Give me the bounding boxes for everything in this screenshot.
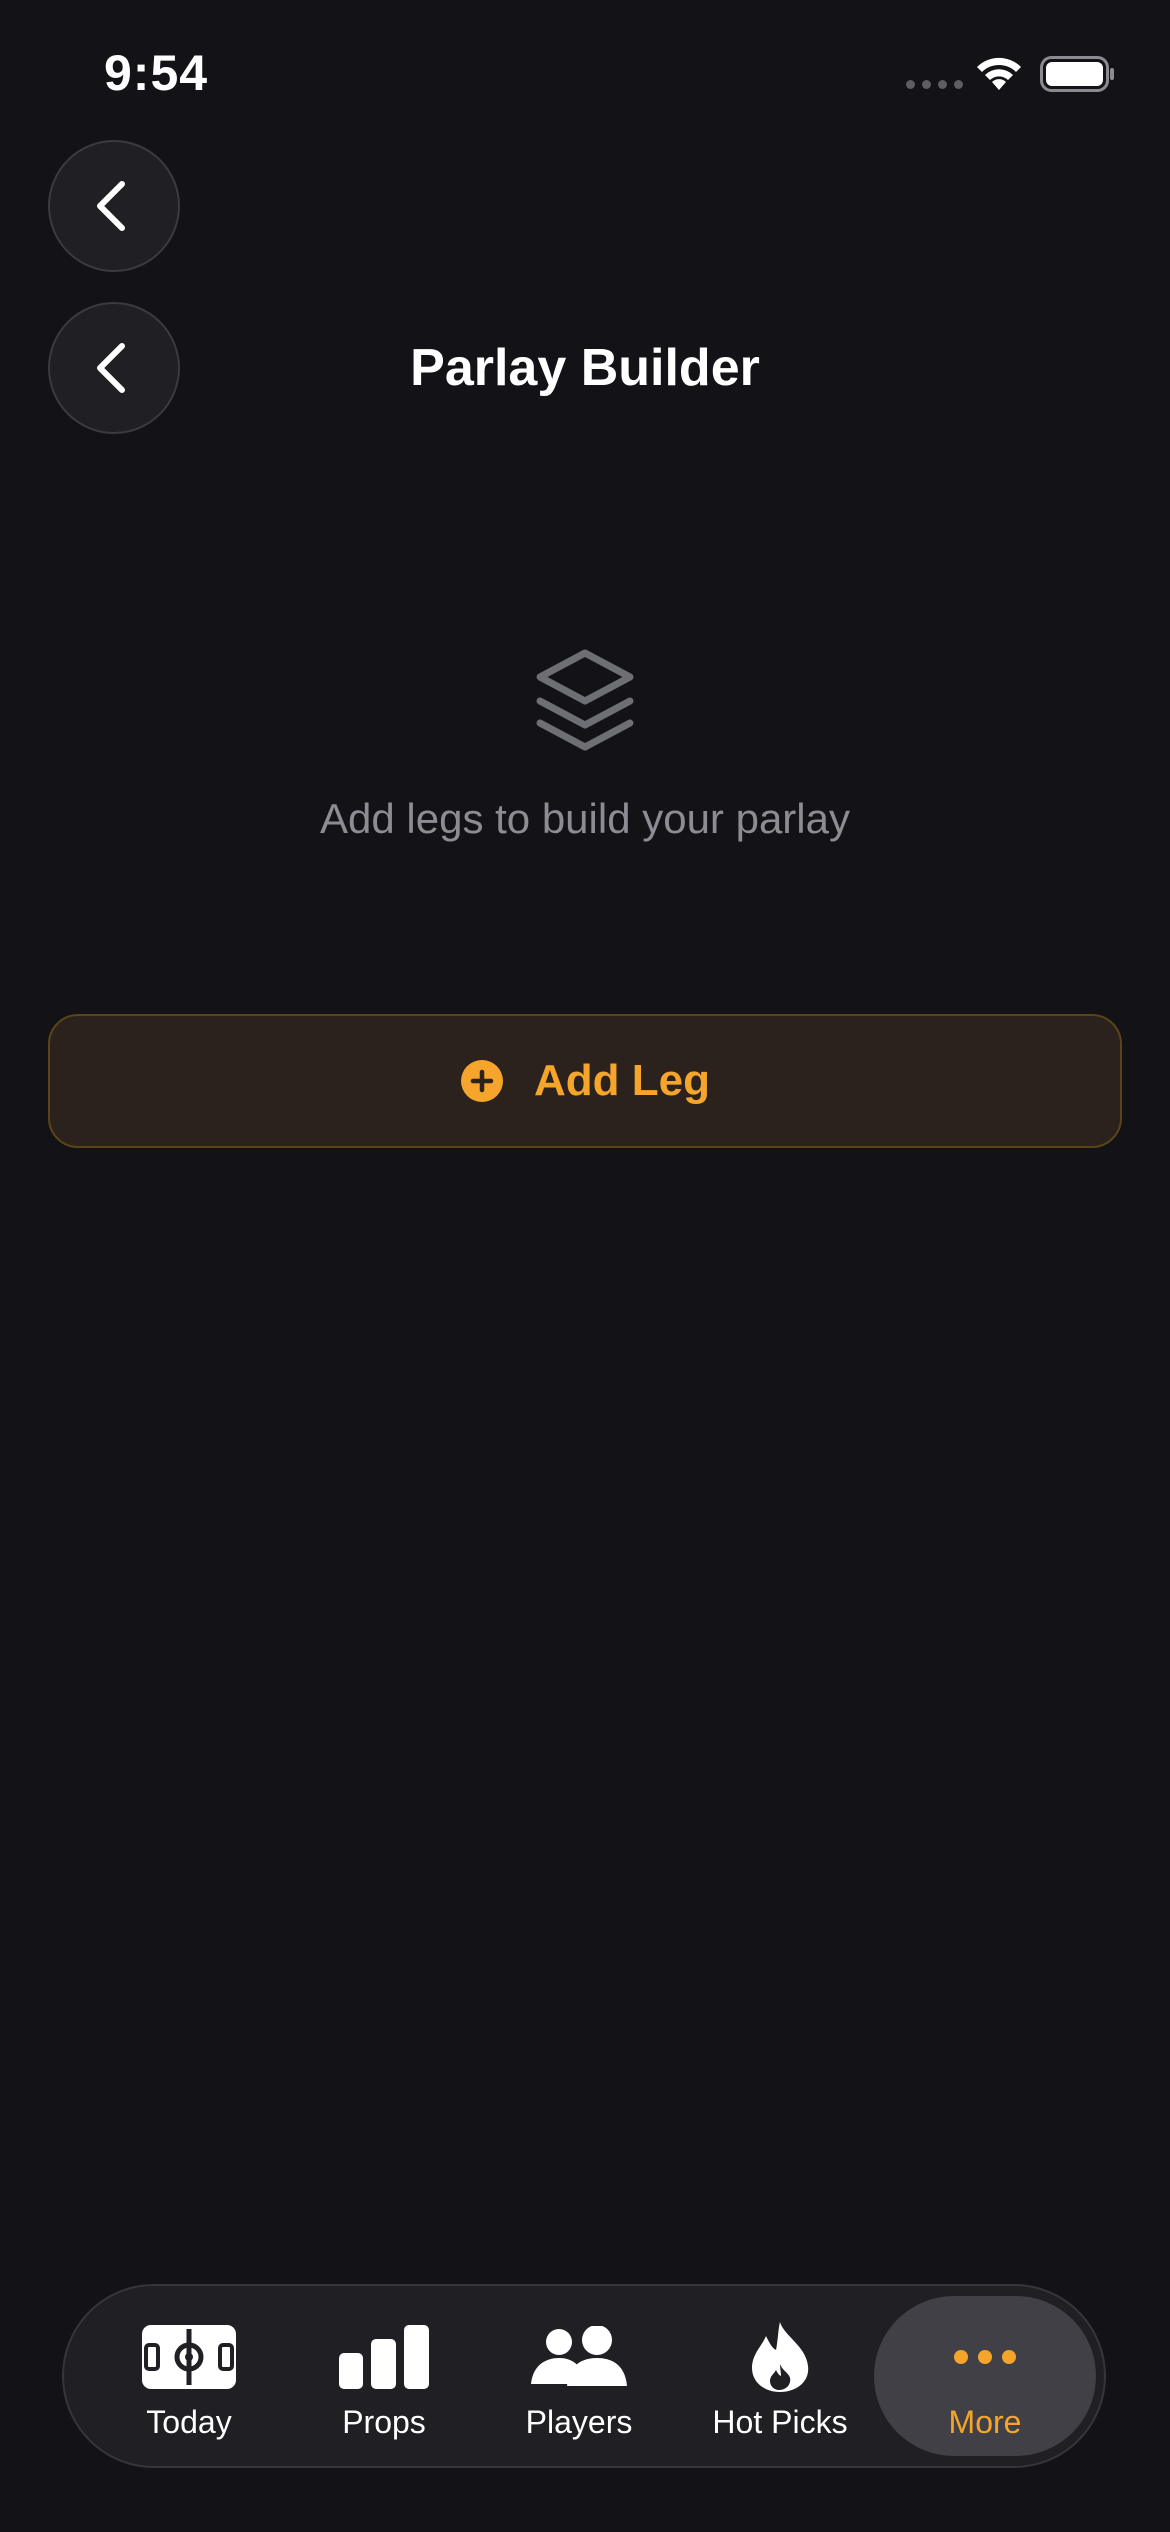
- field-icon: [142, 2325, 236, 2389]
- page-title: Parlay Builder: [410, 339, 760, 397]
- people-icon: [531, 2326, 627, 2386]
- battery-icon: [1040, 56, 1114, 92]
- status-bar: 9:54: [0, 0, 1170, 140]
- tab-props[interactable]: Props: [284, 2286, 484, 2470]
- flame-icon: [752, 2322, 809, 2392]
- status-time: 9:54: [104, 45, 209, 101]
- ellipsis-icon: [954, 2350, 1016, 2364]
- tab-label: More: [948, 2404, 1022, 2440]
- tab-players[interactable]: Players: [479, 2286, 679, 2470]
- tab-label: Hot Picks: [712, 2404, 848, 2440]
- wifi-icon: [977, 57, 1021, 90]
- tab-label: Players: [525, 2404, 633, 2440]
- plus-circle-icon: [461, 1060, 503, 1102]
- tab-bar: Today Props Players Hot Picks More: [62, 2284, 1106, 2468]
- cellular-signal-icon: [906, 80, 963, 89]
- tab-hot-picks[interactable]: Hot Picks: [680, 2286, 880, 2470]
- tab-today[interactable]: Today: [89, 2286, 289, 2470]
- add-leg-label: Add Leg: [534, 1056, 710, 1105]
- parlay-builder-screen: 9:54 Parlay Builder Add legs to build yo…: [0, 0, 1170, 2532]
- layers-icon: [536, 649, 634, 751]
- back-button[interactable]: [48, 140, 180, 272]
- add-leg-button[interactable]: Add Leg: [48, 1014, 1122, 1148]
- tab-label: Props: [342, 2404, 426, 2440]
- tab-more[interactable]: More: [874, 2296, 1096, 2456]
- tab-label: Today: [146, 2404, 232, 2440]
- chevron-left-icon: [97, 181, 125, 231]
- empty-state-message: Add legs to build your parlay: [320, 795, 850, 842]
- bar-chart-icon: [339, 2325, 429, 2389]
